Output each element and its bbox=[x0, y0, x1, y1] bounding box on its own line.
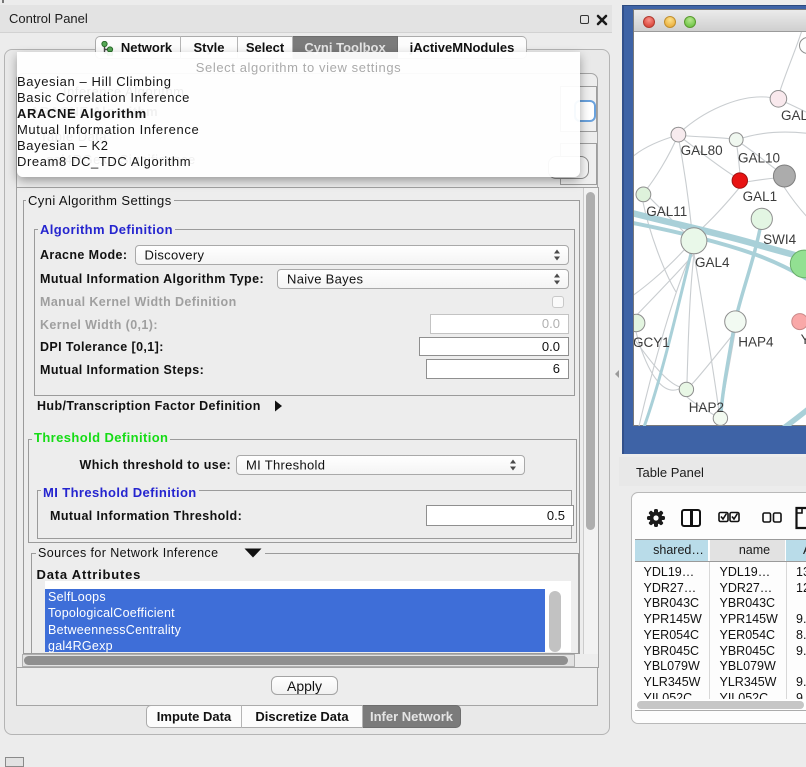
svg-text:SWI4: SWI4 bbox=[763, 232, 796, 247]
svg-text:GCY1: GCY1 bbox=[634, 335, 670, 350]
svg-text:GAL: GAL bbox=[781, 108, 806, 123]
svg-text:Y: Y bbox=[801, 332, 806, 347]
svg-text:GAL1: GAL1 bbox=[743, 189, 778, 204]
svg-text:HAP2: HAP2 bbox=[689, 400, 724, 415]
svg-text:HAP4: HAP4 bbox=[738, 335, 774, 350]
svg-text:GAL10: GAL10 bbox=[738, 151, 780, 166]
svg-text:GAL11: GAL11 bbox=[646, 204, 687, 219]
svg-text:GAL80: GAL80 bbox=[681, 143, 723, 158]
svg-text:GAL4: GAL4 bbox=[695, 255, 730, 270]
